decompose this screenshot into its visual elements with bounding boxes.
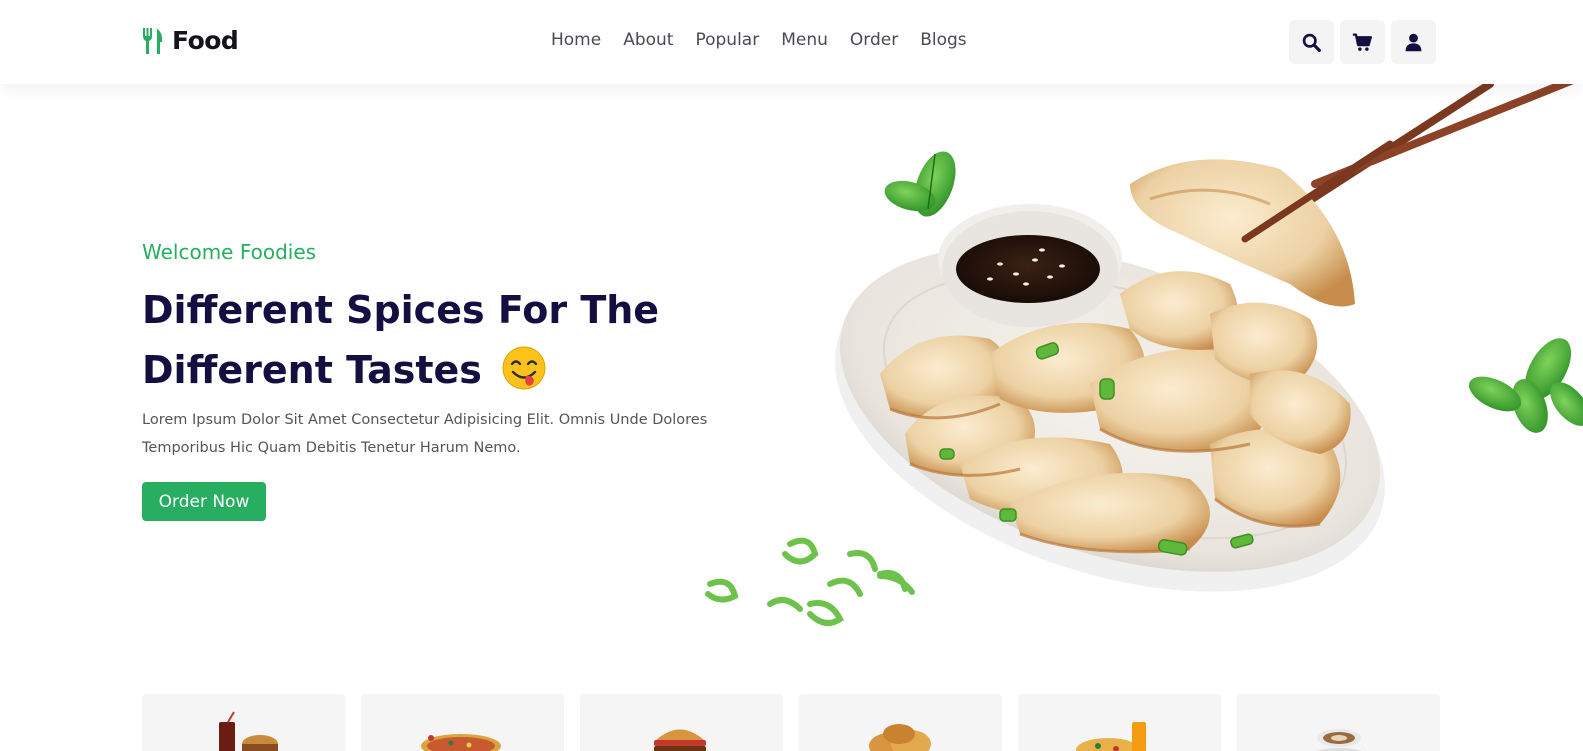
header: Food Home About Popular Menu Order Blogs	[0, 0, 1583, 84]
user-icon	[1405, 33, 1422, 51]
hero-title-line1: Different Spices For The	[142, 288, 660, 332]
fried-chicken-icon	[869, 724, 931, 751]
logo-link[interactable]: Food	[142, 26, 239, 55]
search-icon	[1302, 33, 1321, 52]
hero-title-line2: Different Tastes	[142, 348, 482, 392]
nav-blogs[interactable]: Blogs	[920, 30, 966, 50]
coffee-icon	[1315, 729, 1363, 751]
yum-emoji-icon	[502, 346, 546, 390]
utensils-icon	[143, 27, 163, 54]
nav-home[interactable]: Home	[551, 30, 601, 50]
header-icons	[1289, 20, 1436, 64]
main-nav: Home About Popular Menu Order Blogs	[551, 30, 967, 50]
category-cards	[142, 694, 1440, 751]
search-button[interactable]	[1289, 20, 1334, 64]
welcome-text: Welcome Foodies	[142, 240, 317, 264]
category-card-fried-chicken[interactable]	[799, 694, 1002, 751]
drink-burger-icon	[219, 711, 278, 751]
nav-order[interactable]: Order	[850, 30, 898, 50]
hero-description: Lorem Ipsum Dolor Sit Amet Consectetur A…	[142, 412, 708, 456]
cart-button[interactable]	[1340, 20, 1385, 64]
pizza-icon	[421, 734, 501, 751]
category-card-burger[interactable]	[580, 694, 783, 751]
category-card-pizza[interactable]	[361, 694, 564, 751]
category-card-drink-burger[interactable]	[142, 694, 345, 751]
category-card-rice-juice[interactable]	[1018, 694, 1221, 751]
brand-name: Food	[172, 26, 239, 55]
nav-menu[interactable]: Menu	[781, 30, 828, 50]
dumplings-hero-image	[705, 84, 1583, 626]
rice-juice-icon	[1076, 722, 1146, 751]
hero-title: Different Spices For The Different Taste…	[142, 280, 782, 400]
user-button[interactable]	[1391, 20, 1436, 64]
order-now-button[interactable]: Order Now	[142, 482, 266, 521]
nav-popular[interactable]: Popular	[695, 30, 759, 50]
category-card-coffee[interactable]	[1237, 694, 1440, 751]
burger-icon	[654, 729, 706, 751]
nav-about[interactable]: About	[623, 30, 673, 50]
mint-leaf-top	[884, 151, 956, 217]
cart-icon	[1352, 32, 1372, 51]
